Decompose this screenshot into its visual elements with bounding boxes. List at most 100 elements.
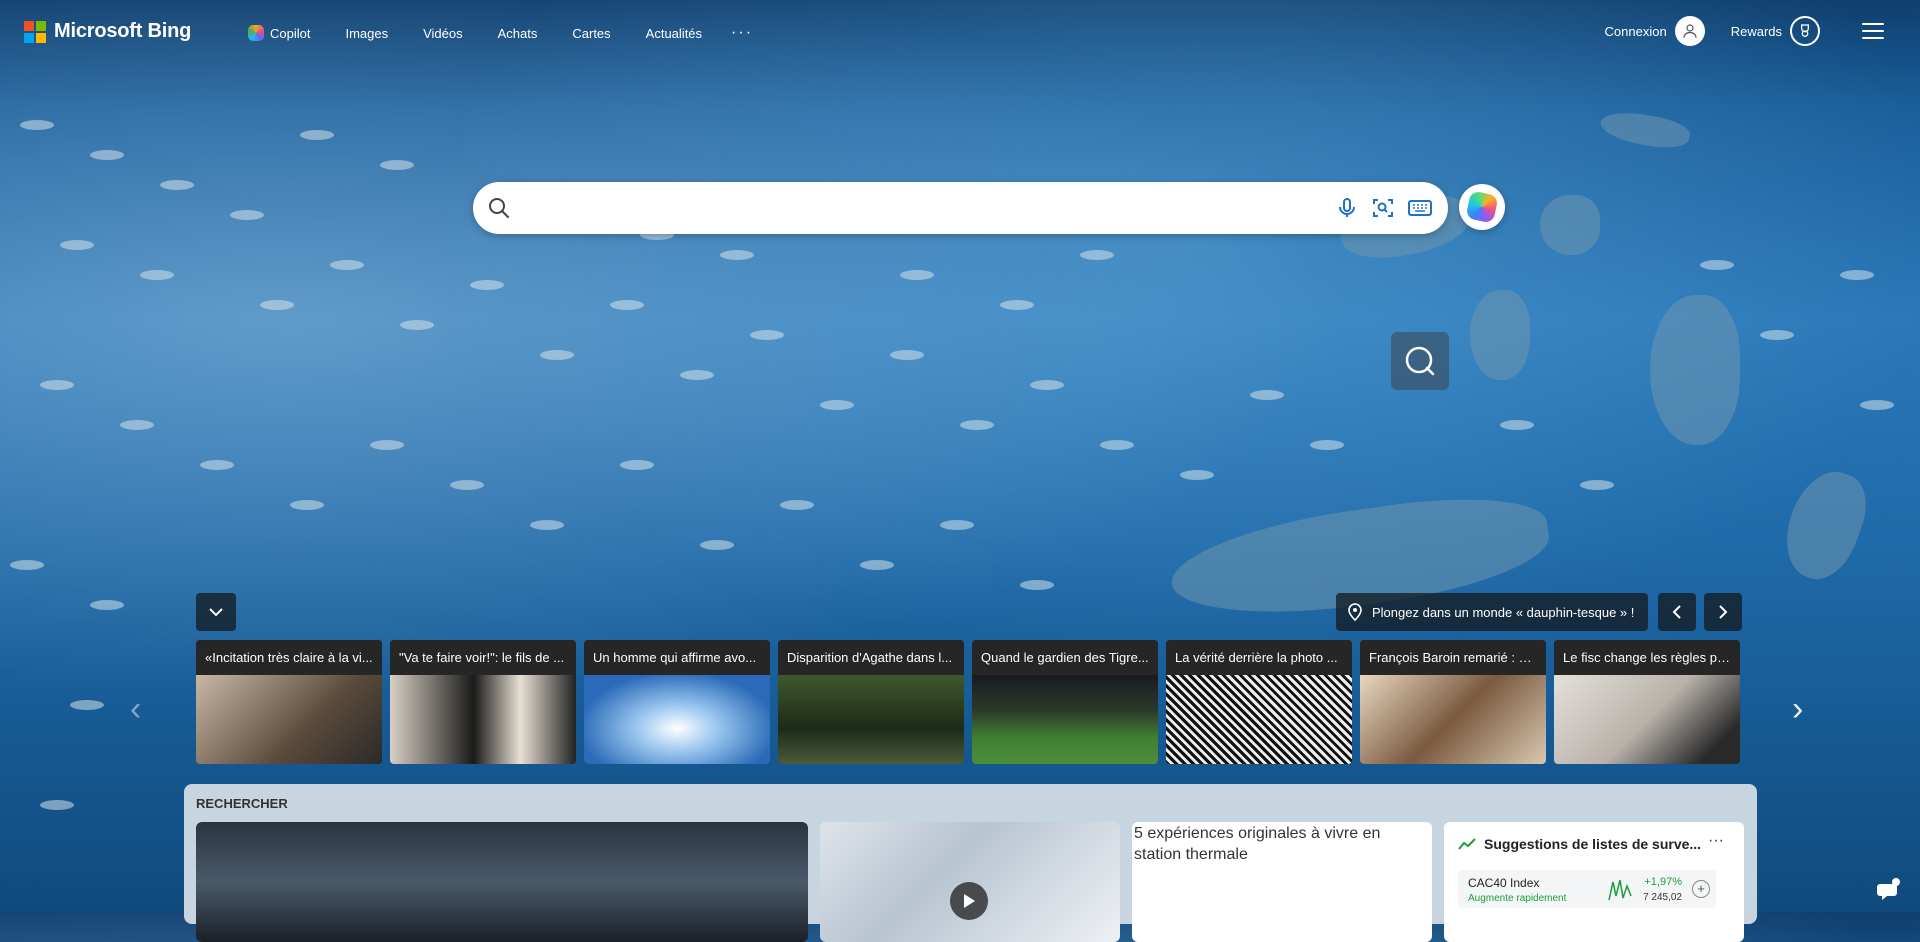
image-caption: Plongez dans un monde « dauphin-tesque »… (1372, 604, 1635, 620)
news-title: "Va te faire voir!": le fils de ... (390, 640, 576, 675)
microsoft-logo-icon (24, 20, 46, 43)
news-next-arrow-icon[interactable]: › (1792, 692, 1803, 726)
news-title: Un homme qui affirme avo... (584, 640, 770, 675)
news-thumbnail (778, 675, 964, 764)
stock-change: +1,97% (1644, 876, 1682, 888)
news-card[interactable]: Le fisc change les règles po... (1554, 640, 1740, 764)
feed-video-card[interactable] (820, 822, 1120, 942)
nav-shopping[interactable]: Achats (498, 26, 538, 41)
nav-images[interactable]: Images (345, 26, 388, 41)
news-thumbnail (1360, 675, 1546, 764)
bing-logo[interactable]: Microsoft Bing (24, 20, 191, 43)
news-card[interactable]: «Incitation très claire à la vi... (196, 640, 382, 764)
feed-article-card[interactable]: 5 expériences originales à vivre en stat… (1132, 822, 1432, 942)
stock-value: 7 245,02 (1643, 892, 1682, 903)
rewards-trophy-icon (1790, 16, 1820, 46)
collapse-feed-button[interactable] (196, 593, 236, 631)
copilot-button[interactable] (1459, 184, 1505, 230)
stock-trend-label: Augmente rapidement (1468, 893, 1567, 904)
chevron-right-icon (1719, 605, 1728, 619)
news-thumbnail (196, 675, 382, 764)
chevron-left-icon (1672, 605, 1681, 619)
previous-image-button[interactable] (1658, 593, 1696, 631)
news-title: Le fisc change les règles po... (1554, 640, 1740, 675)
nav-maps-label: Cartes (572, 25, 611, 41)
play-icon[interactable] (950, 882, 988, 920)
news-thumbnail (972, 675, 1158, 764)
background-image (0, 0, 1920, 912)
news-card[interactable]: François Baroin remarié : L'... (1360, 640, 1546, 764)
broken-image-alt-text: 5 expériences originales à vivre en stat… (1134, 825, 1381, 863)
stock-row[interactable]: CAC40 Index Augmente rapidement +1,97% 7… (1458, 870, 1716, 908)
hamburger-menu-icon[interactable] (1862, 23, 1884, 39)
user-avatar-icon (1674, 16, 1705, 46)
feed-heading: RECHERCHER (196, 796, 288, 811)
header-actions: Connexion Rewards (1605, 16, 1884, 46)
news-thumbnail (1166, 675, 1352, 764)
signin-button[interactable]: Connexion (1605, 16, 1705, 46)
brand-name: Microsoft Bing (54, 20, 192, 42)
logo-square-yellow (36, 32, 46, 43)
news-title: Disparition d'Agathe dans l... (778, 640, 964, 675)
search-icon[interactable] (487, 196, 511, 225)
news-thumbnail (584, 675, 770, 764)
news-card[interactable]: Disparition d'Agathe dans l... (778, 640, 964, 764)
image-info-button[interactable]: Plongez dans un monde « dauphin-tesque »… (1336, 593, 1649, 631)
more-nav-button[interactable]: ··· (731, 24, 753, 42)
nav-shopping-label: Achats (497, 25, 538, 41)
logo-square-blue (24, 32, 34, 43)
copilot-icon (1465, 190, 1499, 224)
logo-square-red (24, 20, 34, 31)
news-carousel: «Incitation très claire à la vi... "Va t… (196, 640, 1740, 764)
nav-copilot[interactable]: Copilot (248, 25, 310, 41)
rewards-label: Rewards (1730, 23, 1782, 39)
visual-search-icon (1405, 346, 1435, 376)
nav-copilot-label: Copilot (270, 25, 311, 41)
watchlist-card[interactable]: Suggestions de listes de surve... ··· CA… (1444, 822, 1744, 942)
signin-label: Connexion (1604, 23, 1667, 39)
news-card[interactable]: Un homme qui affirme avo... (584, 640, 770, 764)
keyboard-icon[interactable] (1407, 196, 1433, 225)
location-pin-icon (1348, 603, 1362, 621)
news-prev-arrow-icon[interactable]: ‹ (130, 692, 141, 726)
microphone-icon[interactable] (1335, 196, 1359, 225)
image-visual-search-button[interactable] (1391, 332, 1449, 390)
search-box (473, 182, 1448, 234)
news-title: «Incitation très claire à la vi... (196, 640, 382, 675)
rewards-button[interactable]: Rewards (1731, 16, 1820, 46)
nav-images-label: Images (345, 25, 389, 41)
news-thumbnail (1554, 675, 1740, 764)
stock-name: CAC40 Index (1468, 876, 1540, 890)
watchlist-title: Suggestions de listes de surve... (1484, 836, 1702, 852)
menu-line (1862, 23, 1884, 25)
feed-panel: RECHERCHER 5 expériences originales à vi… (184, 784, 1757, 942)
news-card[interactable]: "Va te faire voir!": le fils de ... (390, 640, 576, 764)
sparkline-icon (1608, 879, 1632, 901)
more-options-button[interactable]: ··· (1708, 832, 1724, 850)
main-nav: Copilot Images Vidéos Achats Cartes Actu… (248, 24, 753, 42)
menu-line (1862, 37, 1884, 39)
chevron-down-icon (209, 608, 223, 617)
feed-video-card[interactable] (196, 822, 808, 942)
logo-square-green (36, 20, 46, 31)
visual-search-icon[interactable] (1371, 196, 1395, 225)
menu-line (1862, 30, 1884, 32)
news-title: Quand le gardien des Tigre... (972, 640, 1158, 675)
nav-news-label: Actualités (645, 25, 703, 41)
add-icon[interactable]: + (1692, 880, 1710, 898)
trend-up-icon (1458, 838, 1476, 850)
feedback-chat-icon[interactable] (1874, 874, 1904, 904)
news-card[interactable]: La vérité derrière la photo ... (1166, 640, 1352, 764)
next-image-button[interactable] (1704, 593, 1742, 631)
copilot-icon (248, 25, 264, 41)
nav-news[interactable]: Actualités (646, 26, 702, 41)
nav-maps[interactable]: Cartes (572, 26, 610, 41)
search-input[interactable] (523, 192, 1307, 226)
nav-videos-label: Vidéos (423, 25, 463, 41)
news-title: La vérité derrière la photo ... (1166, 640, 1352, 675)
top-header: Microsoft Bing Copilot Images Vidéos Ach… (0, 0, 1920, 68)
news-thumbnail (390, 675, 576, 764)
news-title: François Baroin remarié : L'... (1360, 640, 1546, 675)
news-card[interactable]: Quand le gardien des Tigre... (972, 640, 1158, 764)
nav-videos[interactable]: Vidéos (423, 26, 463, 41)
